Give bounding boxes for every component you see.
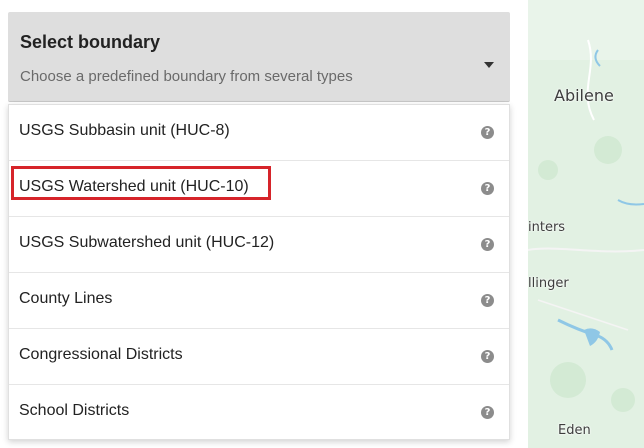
option-huc12[interactable]: USGS Subwatershed unit (HUC-12) ? bbox=[9, 217, 509, 273]
option-county-lines[interactable]: County Lines ? bbox=[9, 273, 509, 329]
map-label-winters: inters bbox=[528, 220, 566, 235]
option-school-districts[interactable]: School Districts ? bbox=[9, 385, 509, 441]
option-huc8[interactable]: USGS Subbasin unit (HUC-8) ? bbox=[9, 105, 509, 161]
option-label: School Districts bbox=[19, 402, 130, 419]
select-title: Select boundary bbox=[20, 32, 161, 52]
map-view[interactable]: Abilene inters llinger Eden bbox=[528, 0, 644, 448]
option-label: USGS Subwatershed unit (HUC-12) bbox=[19, 234, 275, 251]
map-label-ballinger: llinger bbox=[528, 276, 569, 291]
help-icon[interactable]: ? bbox=[481, 294, 494, 307]
help-icon[interactable]: ? bbox=[481, 126, 494, 139]
boundary-options-list: USGS Subbasin unit (HUC-8) ? USGS Waters… bbox=[8, 104, 510, 440]
help-icon[interactable]: ? bbox=[481, 350, 494, 363]
option-label: County Lines bbox=[19, 290, 113, 307]
option-congressional-districts[interactable]: Congressional Districts ? bbox=[9, 329, 509, 385]
map-label-abilene: Abilene bbox=[554, 86, 614, 105]
option-label: USGS Subbasin unit (HUC-8) bbox=[19, 122, 230, 139]
help-icon[interactable]: ? bbox=[481, 406, 494, 419]
option-label: USGS Watershed unit (HUC-10) bbox=[19, 178, 249, 195]
map-label-eden: Eden bbox=[558, 423, 591, 438]
boundary-select[interactable]: Select boundary Choose a predefined boun… bbox=[8, 12, 510, 102]
option-label: Congressional Districts bbox=[19, 346, 183, 363]
help-icon[interactable]: ? bbox=[481, 182, 494, 195]
option-huc10[interactable]: USGS Watershed unit (HUC-10) ? bbox=[9, 161, 509, 217]
help-icon[interactable]: ? bbox=[481, 238, 494, 251]
select-subtitle: Choose a predefined boundary from severa… bbox=[20, 68, 353, 85]
caret-down-icon[interactable] bbox=[484, 62, 494, 68]
